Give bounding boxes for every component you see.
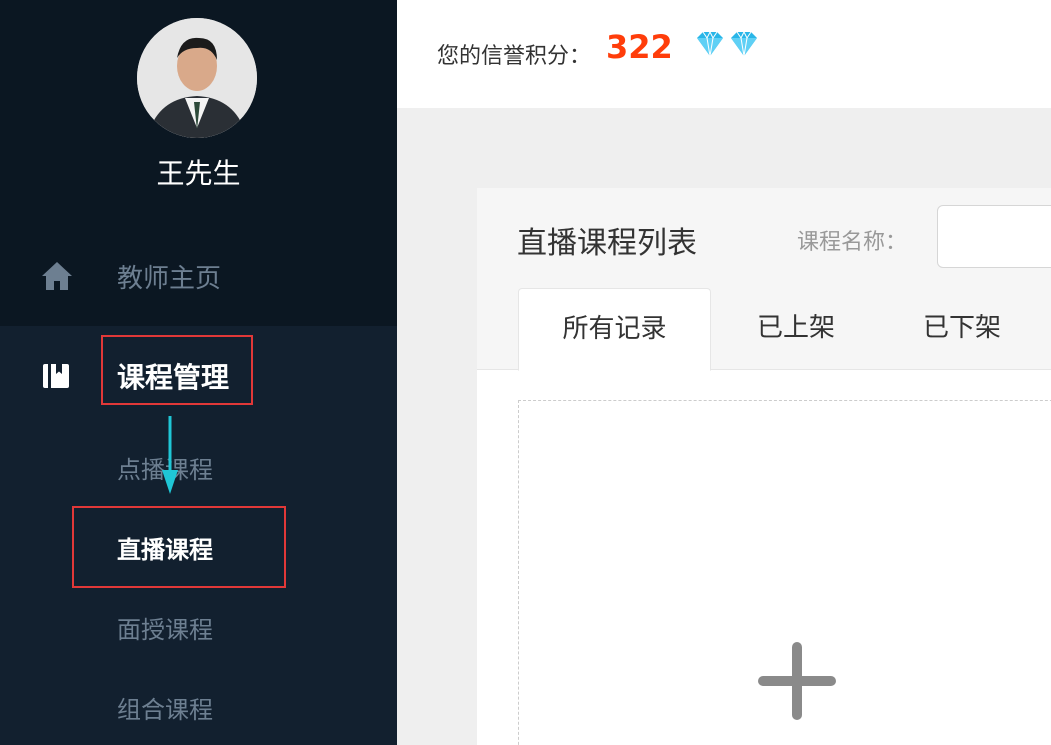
course-name-input[interactable] xyxy=(937,205,1051,268)
sidebar-profile: 王先生 教师主页 xyxy=(0,0,397,326)
tab-delisted[interactable]: 已下架 xyxy=(897,288,1027,370)
arrow-down-icon xyxy=(162,416,178,494)
live-course-panel: 直播课程列表 课程名称： 所有记录 已上架 已下架 xyxy=(477,188,1051,745)
sidebar-item-teacher-home[interactable]: 教师主页 xyxy=(0,240,397,312)
panel-header: 直播课程列表 课程名称： 所有记录 已上架 已下架 xyxy=(477,188,1051,371)
credit-score-value: 322 xyxy=(606,28,673,66)
plus-icon[interactable] xyxy=(756,640,838,722)
course-name-label: 课程名称： xyxy=(797,230,908,255)
avatar[interactable] xyxy=(137,18,257,138)
credit-score-label: 您的信誉积分： xyxy=(437,44,592,69)
sidebar-item-label: 教师主页 xyxy=(117,264,222,294)
highlight-box-live-course xyxy=(72,506,286,588)
highlight-box-course-management xyxy=(101,335,253,405)
diamond-icon xyxy=(697,30,757,57)
sidebar-subitem-face-to-face-course[interactable]: 面授课程 xyxy=(117,610,213,645)
username: 王先生 xyxy=(156,157,241,190)
page-title: 直播课程列表 xyxy=(517,226,697,261)
top-bar: 您的信誉积分： 322 xyxy=(397,0,1051,108)
book-icon xyxy=(43,364,69,388)
tab-listed[interactable]: 已上架 xyxy=(731,288,861,370)
home-icon xyxy=(42,262,72,290)
sidebar-subitem-combo-course[interactable]: 组合课程 xyxy=(117,690,213,725)
tab-all-records[interactable]: 所有记录 xyxy=(518,288,711,371)
sidebar: 王先生 教师主页 课程管理 点播课程 直播课程 面授课程 组合课程 xyxy=(0,0,397,745)
